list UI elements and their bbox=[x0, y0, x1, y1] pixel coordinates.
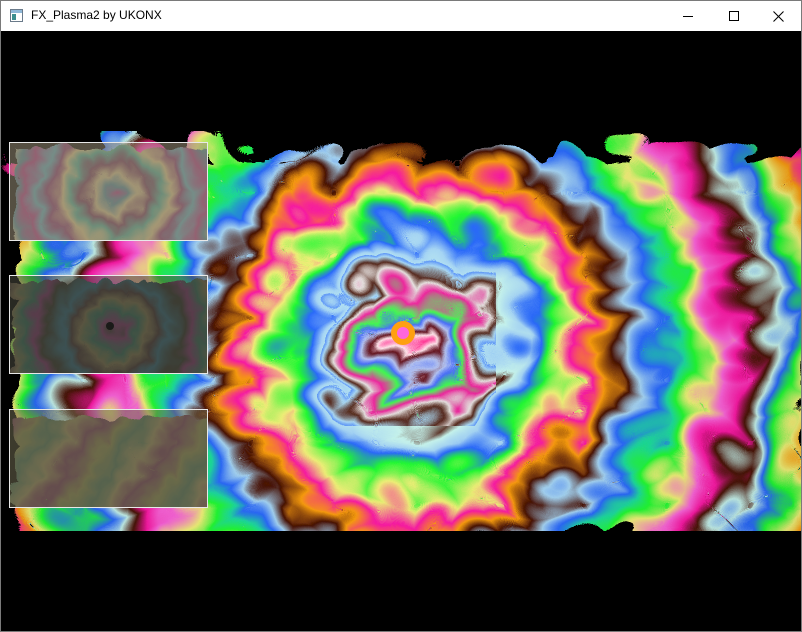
close-icon bbox=[772, 10, 784, 22]
window-app-icon bbox=[10, 9, 23, 22]
close-button[interactable] bbox=[755, 1, 801, 31]
preview-3 bbox=[9, 409, 208, 508]
app-window: FX_Plasma2 by UKONX bbox=[0, 0, 802, 632]
minimize-icon bbox=[683, 16, 693, 17]
render-area[interactable] bbox=[1, 31, 801, 631]
maximize-icon bbox=[729, 11, 739, 21]
title-bar[interactable]: FX_Plasma2 by UKONX bbox=[1, 1, 801, 31]
maximize-button[interactable] bbox=[711, 1, 757, 31]
minimize-button[interactable] bbox=[665, 1, 711, 31]
preview-1 bbox=[9, 142, 208, 241]
preview-2 bbox=[9, 275, 208, 374]
window-title: FX_Plasma2 by UKONX bbox=[31, 8, 162, 22]
